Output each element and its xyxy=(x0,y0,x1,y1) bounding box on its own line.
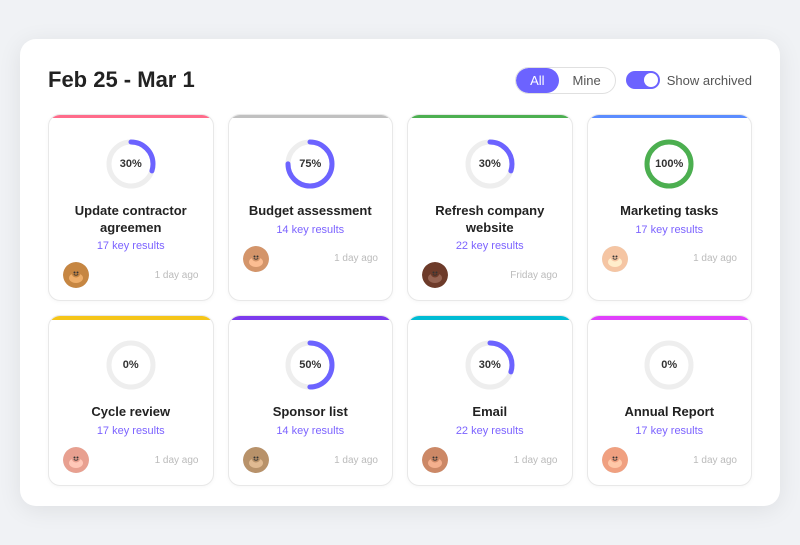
page-title: Feb 25 - Mar 1 xyxy=(48,67,195,93)
card-footer: 1 day ago xyxy=(602,447,738,473)
filter-all-button[interactable]: All xyxy=(516,68,558,93)
card-donut: 100% xyxy=(602,135,738,193)
donut-percent: 50% xyxy=(299,359,321,371)
card-title: Refresh company website xyxy=(422,203,558,237)
header-controls: All Mine Show archived xyxy=(515,67,752,94)
card-footer: 1 day ago xyxy=(243,246,379,272)
card-key-results: 14 key results xyxy=(243,425,379,437)
avatar xyxy=(602,246,628,272)
card-time: Friday ago xyxy=(510,270,557,281)
card-donut: 30% xyxy=(422,336,558,394)
card-title: Sponsor list xyxy=(243,404,379,421)
card-donut: 50% xyxy=(243,336,379,394)
card-donut: 30% xyxy=(422,135,558,193)
avatar xyxy=(422,447,448,473)
card-card-5[interactable]: 0% Cycle review 17 key results 1 day ago xyxy=(48,315,214,486)
card-card-4[interactable]: 100% Marketing tasks 17 key results 1 da… xyxy=(587,114,753,302)
donut-percent: 30% xyxy=(479,359,501,371)
card-footer: Friday ago xyxy=(422,262,558,288)
header: Feb 25 - Mar 1 All Mine Show archived xyxy=(48,67,752,94)
card-card-3[interactable]: 30% Refresh company website 22 key resul… xyxy=(407,114,573,302)
card-card-8[interactable]: 0% Annual Report 17 key results 1 day ag… xyxy=(587,315,753,486)
donut-percent: 0% xyxy=(661,359,677,371)
donut-wrap: 0% xyxy=(640,336,698,394)
avatar xyxy=(602,447,628,473)
card-card-6[interactable]: 50% Sponsor list 14 key results 1 day ag… xyxy=(228,315,394,486)
card-title: Budget assessment xyxy=(243,203,379,220)
donut-percent: 100% xyxy=(655,158,683,170)
card-donut: 30% xyxy=(63,135,199,193)
card-title: Annual Report xyxy=(602,404,738,421)
show-archived-toggle[interactable]: Show archived xyxy=(626,71,752,89)
card-key-results: 17 key results xyxy=(602,224,738,236)
donut-wrap: 30% xyxy=(461,135,519,193)
donut-percent: 30% xyxy=(120,158,142,170)
donut-percent: 75% xyxy=(299,158,321,170)
card-time: 1 day ago xyxy=(155,455,199,466)
card-title: Update contractor agreemen xyxy=(63,203,199,237)
card-title: Cycle review xyxy=(63,404,199,421)
avatar xyxy=(243,447,269,473)
card-time: 1 day ago xyxy=(155,270,199,281)
card-footer: 1 day ago xyxy=(243,447,379,473)
card-donut: 75% xyxy=(243,135,379,193)
card-title: Email xyxy=(422,404,558,421)
toggle-label-text: Show archived xyxy=(667,73,752,88)
filter-mine-button[interactable]: Mine xyxy=(559,68,615,93)
card-card-1[interactable]: 30% Update contractor agreemen 17 key re… xyxy=(48,114,214,302)
donut-percent: 0% xyxy=(123,359,139,371)
avatar xyxy=(422,262,448,288)
card-key-results: 17 key results xyxy=(602,425,738,437)
card-footer: 1 day ago xyxy=(63,447,199,473)
card-time: 1 day ago xyxy=(334,455,378,466)
donut-wrap: 30% xyxy=(102,135,160,193)
filter-group: All Mine xyxy=(515,67,616,94)
avatar xyxy=(63,447,89,473)
card-donut: 0% xyxy=(602,336,738,394)
card-card-2[interactable]: 75% Budget assessment 14 key results 1 d… xyxy=(228,114,394,302)
card-footer: 1 day ago xyxy=(602,246,738,272)
card-title: Marketing tasks xyxy=(602,203,738,220)
card-time: 1 day ago xyxy=(514,455,558,466)
card-key-results: 22 key results xyxy=(422,425,558,437)
card-key-results: 17 key results xyxy=(63,425,199,437)
donut-wrap: 0% xyxy=(102,336,160,394)
card-time: 1 day ago xyxy=(334,253,378,264)
card-time: 1 day ago xyxy=(693,253,737,264)
donut-wrap: 75% xyxy=(281,135,339,193)
card-time: 1 day ago xyxy=(693,455,737,466)
card-key-results: 22 key results xyxy=(422,240,558,252)
avatar xyxy=(243,246,269,272)
card-key-results: 17 key results xyxy=(63,240,199,252)
card-key-results: 14 key results xyxy=(243,224,379,236)
main-container: Feb 25 - Mar 1 All Mine Show archived 30… xyxy=(20,39,780,507)
donut-wrap: 30% xyxy=(461,336,519,394)
cards-grid: 30% Update contractor agreemen 17 key re… xyxy=(48,114,752,487)
card-footer: 1 day ago xyxy=(63,262,199,288)
donut-wrap: 50% xyxy=(281,336,339,394)
card-card-7[interactable]: 30% Email 22 key results 1 day ago xyxy=(407,315,573,486)
toggle-switch-icon[interactable] xyxy=(626,71,660,89)
card-donut: 0% xyxy=(63,336,199,394)
donut-wrap: 100% xyxy=(640,135,698,193)
donut-percent: 30% xyxy=(479,158,501,170)
card-footer: 1 day ago xyxy=(422,447,558,473)
avatar xyxy=(63,262,89,288)
